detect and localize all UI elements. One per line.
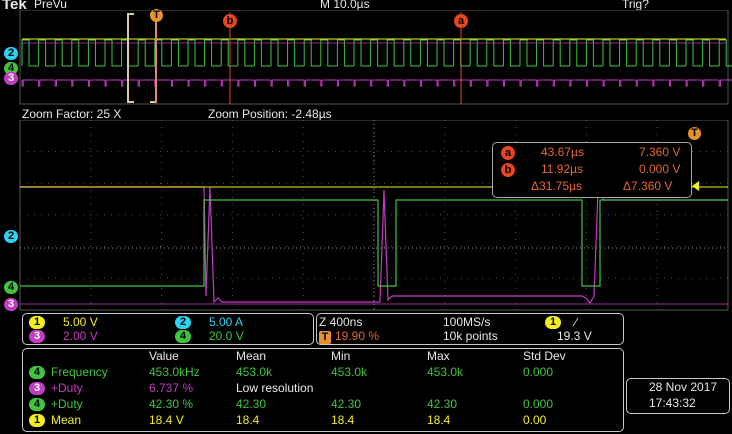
meas-row-channel-badge: 3 — [29, 382, 45, 395]
meas-row-min: 453.0k — [331, 365, 368, 379]
meas-header-mean: Mean — [236, 349, 267, 363]
cursor-delta-value: Δ7.360 V — [623, 179, 673, 193]
meas-header-value: Value — [149, 349, 179, 363]
meas-row-mean: Low resolution — [236, 381, 314, 395]
ch4-badge[interactable]: 4 — [175, 330, 191, 343]
cursor-b-icon: b — [501, 163, 515, 177]
meas-row-stddev: 0.000 — [523, 397, 554, 411]
trigger-position-icon: T — [319, 331, 331, 344]
meas-header-stddev: Std Dev — [523, 349, 566, 363]
meas-row-value: 453.0kHz — [149, 365, 200, 379]
date-label: 28 Nov 2017 — [649, 380, 718, 394]
zoom-factor: Zoom Factor: 25 X — [22, 107, 122, 121]
ch3-overview-marker[interactable]: 3 — [4, 72, 18, 85]
meas-row-stddev: 0.000 — [523, 365, 554, 379]
trigger-position: 19.90 % — [335, 329, 380, 343]
cursor-b-marker[interactable]: b — [223, 14, 237, 28]
overview-waveform-area[interactable] — [0, 10, 732, 106]
cursor-a-time: 43.67µs — [541, 145, 584, 159]
trigger-source-badge[interactable]: 1 — [545, 316, 561, 329]
ch2-ground-marker[interactable]: 2 — [4, 230, 18, 243]
meas-row-stddev: 0.00 — [523, 413, 547, 427]
ch2-overview-marker[interactable]: 2 — [4, 47, 18, 60]
meas-row-mean: 453.0k — [236, 365, 273, 379]
meas-row-name[interactable]: +Duty — [51, 381, 83, 395]
ch3-ground-marker[interactable]: 3 — [4, 298, 18, 311]
meas-row-name[interactable]: +Duty — [51, 397, 83, 411]
ch4-scale[interactable]: 20.0 V — [209, 329, 244, 343]
trigger-marker-icon[interactable]: T — [150, 9, 163, 22]
trigger-level-marker[interactable]: T — [688, 127, 701, 140]
zoom-position: Zoom Position: -2.48µs — [208, 107, 332, 121]
cursor-a-value: 7.360 V — [639, 145, 681, 159]
meas-row-max: 42.30 — [427, 397, 458, 411]
cursor-a-icon: a — [501, 146, 515, 160]
ch2-badge[interactable]: 2 — [175, 316, 191, 329]
cursor-readout[interactable]: a 43.67µs 7.360 V b 11.92µs 0.000 V Δ31.… — [492, 142, 692, 198]
time-label: 17:43:32 — [649, 396, 696, 410]
acquisition-panel[interactable]: Z 400ns T 19.90 % 100MS/s 10k points 1 ∕… — [316, 313, 624, 345]
meas-row-mean: 42.30 — [236, 397, 267, 411]
meas-row-name[interactable]: Mean — [51, 413, 81, 427]
trigger-slope-icon[interactable]: ∕ — [575, 315, 577, 329]
meas-row-name[interactable]: Frequency — [51, 365, 108, 379]
trigger-level-arrow-icon — [692, 181, 699, 191]
meas-row-channel-badge: 4 — [29, 398, 45, 411]
cursor-b-time: 11.92µs — [541, 162, 584, 176]
meas-row-max: 453.0k — [427, 365, 464, 379]
cursor-a-marker[interactable]: a — [454, 14, 468, 28]
ch1-scale[interactable]: 5.00 V — [63, 315, 98, 329]
meas-header-max: Max — [427, 349, 450, 363]
channel-scale-panel[interactable]: 1 5.00 V 2 5.00 A 3 2.00 V 4 20.0 V — [22, 313, 314, 345]
ch1-badge[interactable]: 1 — [29, 316, 45, 329]
trigger-level[interactable]: 19.3 V — [557, 329, 592, 343]
meas-row-value: 6.737 % — [149, 381, 194, 395]
meas-header-min: Min — [331, 349, 351, 363]
meas-row-mean: 18.4 — [236, 413, 260, 427]
cursor-delta-time: Δ31.75µs — [531, 179, 582, 193]
meas-row-value: 42.30 % — [149, 397, 194, 411]
meas-row-min: 18.4 — [331, 413, 355, 427]
measurement-panel[interactable]: Value Mean Min Max Std Dev 4 Frequency 4… — [22, 348, 624, 432]
ch3-badge[interactable]: 3 — [29, 330, 45, 343]
meas-row-value: 18.4 V — [149, 413, 184, 427]
meas-row-channel-badge: 4 — [29, 366, 45, 379]
cursor-b-value: 0.000 V — [639, 162, 681, 176]
meas-row-max: 18.4 — [427, 413, 451, 427]
sample-rate: 100MS/s — [443, 315, 491, 329]
record-length: 10k points — [443, 329, 498, 343]
meas-row-channel-badge: 1 — [29, 414, 45, 427]
ch3-scale[interactable]: 2.00 V — [63, 329, 98, 343]
datetime-panel[interactable]: 28 Nov 2017 17:43:32 — [626, 378, 730, 414]
zoom-timebase: Z 400ns — [319, 315, 363, 329]
ch2-scale[interactable]: 5.00 A — [209, 315, 243, 329]
ch4-ground-marker[interactable]: 4 — [4, 281, 18, 294]
meas-row-min: 42.30 — [331, 397, 362, 411]
